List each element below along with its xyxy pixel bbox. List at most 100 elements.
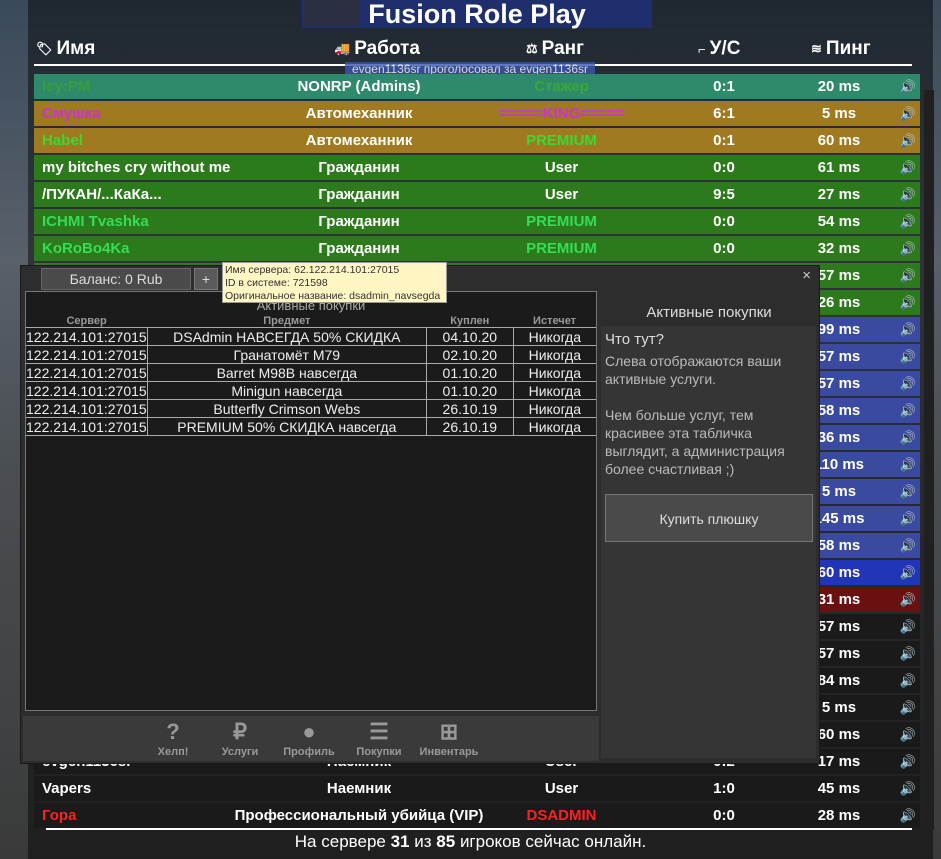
mute-speaker-icon[interactable]: 🔊 [900,74,916,99]
mute-speaker-icon[interactable]: 🔊 [900,155,916,180]
balance-tab[interactable]: Баланс: 0 Rub [41,268,191,290]
header-ping[interactable]: ≋ Пинг [811,38,871,60]
shop-window: Баланс: 0 Rub + × Активные покупки Серве… [20,265,820,764]
tooltip-line-2: ID в системе: 721598 [225,277,328,289]
mute-speaker-icon[interactable]: 🔊 [900,479,916,504]
info-text-1: Слева отображаются ваши активные услуги. [605,353,782,387]
player-row[interactable]: my bitches cry without me Гражданин User 0:… [34,155,920,180]
header-score[interactable]: ⌐ У/С [698,38,740,60]
player-row[interactable]: Vapers Наемник User 1:0 45 ms 🔊 [34,776,920,801]
header-ping-label: Пинг [825,38,871,59]
mute-speaker-icon[interactable]: 🔊 [900,506,916,531]
scoreboard-title: Fusion Role Play [302,0,652,29]
purchase-row[interactable]: 122.214.101:27015 PREMIUM 50% СКИДКА навс… [26,417,596,436]
player-ping: 27 ms [817,186,861,203]
player-ping: 28 ms [817,807,861,824]
header-rank[interactable]: ⚖ Ранг [526,38,584,60]
purchase-item: Minigun навсегда [146,381,427,400]
purchase-bought: 02.10.20 [425,345,514,364]
nav-services[interactable]: ₽ Услуги [210,718,270,758]
player-name: KoRoBo4Ka [42,240,130,257]
buy-button[interactable]: Купить плюшку [605,494,813,542]
nav-profile[interactable]: ● Профиль [279,718,339,758]
mute-speaker-icon[interactable]: 🔊 [900,263,916,288]
purchase-row[interactable]: 122.214.101:27015 Minigun навсегда 01.10.2… [26,381,596,400]
mute-speaker-icon[interactable]: 🔊 [900,236,916,261]
user-icon: ● [302,719,316,744]
mute-speaker-icon[interactable]: 🔊 [900,776,916,801]
mute-speaker-icon[interactable]: 🔊 [900,587,916,612]
mute-speaker-icon[interactable]: 🔊 [900,695,916,720]
purchase-expires: Никогда [512,381,596,400]
mute-speaker-icon[interactable]: 🔊 [900,209,916,234]
mute-speaker-icon[interactable]: 🔊 [900,290,916,315]
player-row[interactable]: Смушка Автомеханник =====KING===== 6:1 5 ms 🔊 [34,101,920,126]
player-row[interactable]: Icy:PM NONRP (Admins) Стажер 0:1 20 ms 🔊 [34,74,920,99]
mute-speaker-icon[interactable]: 🔊 [900,749,916,774]
player-row[interactable]: Habel Автомеханник PREMIUM 0:1 60 ms 🔊 [34,128,920,153]
header-job[interactable]: 🚚 Работа [334,38,420,60]
col-server: Сервер [26,314,148,328]
player-score: 0:1 [713,78,735,95]
mute-speaker-icon[interactable]: 🔊 [900,803,916,828]
add-balance-button[interactable]: + [194,268,218,290]
mute-speaker-icon[interactable]: 🔊 [900,101,916,126]
mute-speaker-icon[interactable]: 🔊 [900,371,916,396]
player-row[interactable]: Гора Профессиональный убийца (VIP) DSADMIN… [34,803,920,828]
purchase-bought: 04.10.20 [425,327,514,346]
mute-speaker-icon[interactable]: 🔊 [900,641,916,666]
side-title: Активные покупки [646,304,772,321]
player-name: Icy:PM [42,78,91,95]
player-job: Автомеханник [305,105,413,122]
player-ping: 20 ms [817,78,861,95]
header-name[interactable]: 🏷 Имя [36,38,95,60]
online-count-footer: На сервере 31 из 85 игроков сейчас онлай… [0,832,941,852]
scoreboard-scrollbar[interactable] [924,90,934,830]
footer-online-count: 31 [390,832,410,851]
mute-speaker-icon[interactable]: 🔊 [900,182,916,207]
player-row[interactable]: /ПУКАН/...КаКа... Гражданин User 9:5 27 ms 🔊 [34,182,920,207]
purchase-row[interactable]: 122.214.101:27015 Butterfly Crimson Webs 2… [26,399,596,418]
nav-inventory[interactable]: ⊞ Инвентарь [419,718,479,758]
nav-purchases[interactable]: ☰ Покупки [349,718,409,758]
purchase-expires: Никогда [512,327,596,346]
player-name: Смушка [42,105,101,122]
nav-help[interactable]: ? Хелп! [143,718,203,758]
nav-help-label: Хелп! [157,746,189,758]
mute-speaker-icon[interactable]: 🔊 [900,560,916,585]
purchase-item: Butterfly Crimson Webs [146,399,427,418]
tooltip-line-1: Имя сервера: 62.122.214.101:27015 [225,264,400,276]
player-row[interactable]: KoRoBo4Ka Гражданин PREMIUM 0:0 32 ms 🔊 [34,236,920,261]
player-score: 1:0 [713,780,735,797]
mute-speaker-icon[interactable]: 🔊 [900,533,916,558]
server-tooltip: Имя сервера: 62.122.214.101:27015 ID в с… [222,262,447,303]
mute-speaker-icon[interactable]: 🔊 [900,452,916,477]
mute-speaker-icon[interactable]: 🔊 [900,317,916,342]
purchase-row[interactable]: 122.214.101:27015 DSAdmin НАВСЕГДА 50% СК… [26,327,596,346]
header-rank-label: Ранг [541,38,585,59]
info-question: Что тут? [605,331,664,348]
mute-speaker-icon[interactable]: 🔊 [900,344,916,369]
player-rank: PREMIUM [526,240,597,257]
purchase-server: 122.214.101:27015 [26,399,148,418]
info-text-2: Чем больше услуг, тем красивее эта табли… [605,407,785,477]
mute-speaker-icon[interactable]: 🔊 [900,128,916,153]
mute-speaker-icon[interactable]: 🔊 [900,425,916,450]
mute-speaker-icon[interactable]: 🔊 [900,614,916,639]
mute-speaker-icon[interactable]: 🔊 [900,722,916,747]
purchase-row[interactable]: 122.214.101:27015 Гранатомёт M79 02.10.20 Н… [26,345,596,364]
close-icon[interactable]: × [802,267,811,284]
footer-total-count: 85 [436,832,456,851]
player-name: my bitches cry without me [42,159,231,176]
player-row[interactable]: ICHMI Tvashka Гражданин PREMIUM 0:0 54 ms 🔊 [34,209,920,234]
purchase-expires: Никогда [512,363,596,382]
mute-speaker-icon[interactable]: 🔊 [900,398,916,423]
footer-divider [46,828,912,830]
mute-speaker-icon[interactable]: 🔊 [900,668,916,693]
player-rank: =====KING===== [498,105,625,122]
inventory-icon: ⊞ [439,719,459,744]
player-rank: User [544,159,579,176]
footer-suffix: игроков сейчас онлайн. [459,832,647,851]
nav-inventory-label: Инвентарь [419,746,479,758]
purchase-row[interactable]: 122.214.101:27015 Barret M98B навсегда 01.… [26,363,596,382]
